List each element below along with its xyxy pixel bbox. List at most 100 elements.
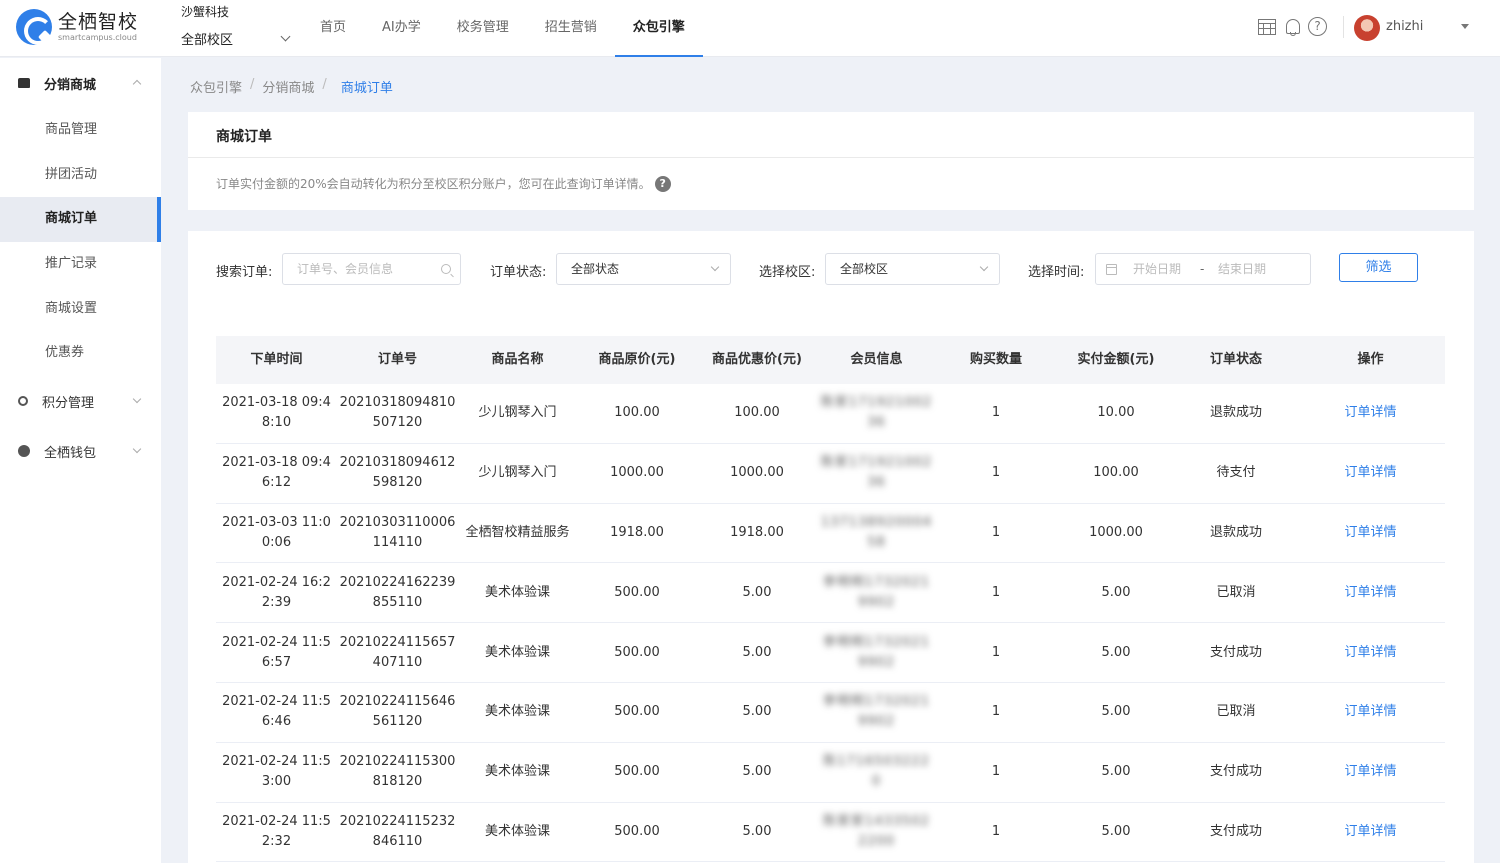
date-start-placeholder[interactable]: 开始日期 xyxy=(1133,254,1181,284)
cell-quantity: 1 xyxy=(991,405,1001,421)
table-header: 下单时间 订单号 商品名称 商品原价(元) 商品优惠价(元) 会员信息 购买数量… xyxy=(216,336,1445,384)
date-range-picker[interactable]: 开始日期 - 结束日期 xyxy=(1095,253,1311,285)
column-header: 会员信息 xyxy=(850,352,903,367)
order-detail-link[interactable]: 订单详情 xyxy=(1296,623,1445,682)
cell-member: 陈家家14335022200 xyxy=(817,803,936,862)
campus-select-value: 全部校区 xyxy=(181,33,234,48)
wallet-icon xyxy=(18,445,30,458)
search-input[interactable]: 订单号、会员信息 xyxy=(282,253,461,285)
brand-logo[interactable]: 全栖智校 smartcampus.cloud xyxy=(16,9,138,45)
avatar[interactable] xyxy=(1354,15,1380,41)
sidebar-group-label: 积分管理 xyxy=(42,395,95,411)
sidebar-group-points[interactable]: 积分管理 xyxy=(0,376,161,426)
caret-down-icon[interactable] xyxy=(1461,24,1469,29)
campus-filter-value: 全部校区 xyxy=(840,262,889,276)
cell-order-no: 20210224115300818120 xyxy=(339,754,456,790)
cell-product: 美术体验课 xyxy=(484,704,550,720)
page-tip-text: 订单实付金额的20%会自动转化为积分至校区积分账户，您可在此查询订单详情。 xyxy=(216,177,651,191)
campus-label: 选择校区: xyxy=(759,265,816,280)
campus-filter-select[interactable]: 全部校区 xyxy=(825,253,1000,285)
cell-status: 已取消 xyxy=(1216,704,1256,720)
cell-price: 500.00 xyxy=(614,704,660,720)
column-header: 购买数量 xyxy=(969,352,1022,367)
orders-table: 下单时间 订单号 商品名称 商品原价(元) 商品优惠价(元) 会员信息 购买数量… xyxy=(216,336,1445,863)
member-info: 13713892000458 xyxy=(820,514,933,550)
cell-order-no: 20210224115657407110 xyxy=(339,634,456,670)
help-icon[interactable]: ? xyxy=(654,175,671,192)
cell-order-time: 2021-02-24 11:56:57 xyxy=(222,634,331,670)
order-detail-link[interactable]: 订单详情 xyxy=(1296,384,1445,443)
cell-order-no: 20210224115646561120 xyxy=(339,694,456,730)
cell-discount-price: 5.00 xyxy=(742,584,772,600)
sidebar-group-label: 分销商城 xyxy=(44,77,97,93)
order-detail-link[interactable]: 订单详情 xyxy=(1296,743,1445,802)
bell-icon[interactable] xyxy=(1284,18,1300,36)
nav-item-enrollment[interactable]: 招生营销 xyxy=(527,0,615,57)
order-detail-link[interactable]: 订单详情 xyxy=(1296,504,1445,563)
order-detail-link[interactable]: 订单详情 xyxy=(1296,683,1445,742)
cell-order-no: 20210224115232846110 xyxy=(339,813,456,849)
sidebar-group-label: 全栖钱包 xyxy=(44,445,97,461)
status-select[interactable]: 全部状态 xyxy=(556,253,731,285)
campus-select[interactable]: 全部校区 xyxy=(181,29,291,48)
sidebar-item-coupons[interactable]: 优惠券 xyxy=(0,331,161,376)
chevron-up-icon xyxy=(132,79,142,89)
cell-quantity: 1 xyxy=(991,704,1001,720)
sidebar-item-mall-orders[interactable]: 商城订单 xyxy=(0,197,161,243)
nav-item-school-admin[interactable]: 校务管理 xyxy=(439,0,527,57)
cell-price: 500.00 xyxy=(614,764,660,780)
cell-price: 100.00 xyxy=(614,405,660,421)
cell-member: 13713892000458 xyxy=(817,504,936,563)
cell-status: 退款成功 xyxy=(1209,405,1262,421)
breadcrumb-item[interactable]: 众包引擎 xyxy=(190,77,242,96)
cell-paid: 100.00 xyxy=(1093,465,1139,481)
time-label: 选择时间: xyxy=(1028,265,1085,280)
table-row: 2021-03-18 09:46:12 20210318094612598120… xyxy=(216,444,1445,504)
cell-price: 1000.00 xyxy=(610,465,664,481)
sidebar-item-promotion-records[interactable]: 推广记录 xyxy=(0,242,161,287)
sidebar-group-wallet[interactable]: 全栖钱包 xyxy=(0,426,161,476)
cell-price: 1918.00 xyxy=(610,524,664,540)
table-row: 2021-03-18 09:48:10 20210318094810507120… xyxy=(216,384,1445,444)
sidebar-group-distribution-mall[interactable]: 分销商城 xyxy=(0,58,161,108)
help-icon[interactable]: ? xyxy=(1308,17,1327,36)
filter-button[interactable]: 筛选 xyxy=(1339,253,1418,282)
org-name: 沙蟹科技 xyxy=(181,5,230,19)
cell-discount-price: 5.00 xyxy=(742,823,772,839)
column-header: 商品原价(元) xyxy=(598,352,676,367)
sidebar-item-group-buy[interactable]: 拼团活动 xyxy=(0,153,161,198)
date-end-placeholder[interactable]: 结束日期 xyxy=(1218,254,1266,284)
table-icon[interactable] xyxy=(1258,18,1276,35)
nav-item-crowdsourcing[interactable]: 众包引擎 xyxy=(614,0,703,57)
sidebar-item-products[interactable]: 商品管理 xyxy=(0,108,161,153)
order-detail-link[interactable]: 订单详情 xyxy=(1296,563,1445,622)
cell-quantity: 1 xyxy=(991,465,1001,481)
order-detail-link[interactable]: 订单详情 xyxy=(1296,803,1445,862)
user-name[interactable]: zhizhi xyxy=(1386,19,1423,34)
nav-item-home[interactable]: 首页 xyxy=(302,0,364,57)
column-header: 操作 xyxy=(1357,352,1384,367)
brand-domain: smartcampus.cloud xyxy=(58,33,137,42)
cell-product: 美术体验课 xyxy=(484,823,550,839)
search-icon xyxy=(441,264,451,274)
nav-item-ai[interactable]: AI办学 xyxy=(364,0,439,57)
cell-order-no: 20210318094810507120 xyxy=(339,395,456,431)
cell-order-no: 20210224162239855110 xyxy=(339,574,456,610)
chevron-down-icon xyxy=(710,262,720,272)
column-header: 订单号 xyxy=(377,352,417,367)
cell-order-time: 2021-02-24 11:56:46 xyxy=(222,694,331,730)
cell-member: 李明明17320219902 xyxy=(817,623,936,682)
sidebar-item-mall-settings[interactable]: 商城设置 xyxy=(0,287,161,332)
cell-discount-price: 100.00 xyxy=(734,405,780,421)
order-detail-link[interactable]: 订单详情 xyxy=(1296,444,1445,503)
column-header: 订单状态 xyxy=(1209,352,1262,367)
cell-paid: 5.00 xyxy=(1101,823,1131,839)
column-header: 商品名称 xyxy=(491,352,544,367)
cell-product: 美术体验课 xyxy=(484,584,550,600)
orders-panel: 搜索订单: 订单号、会员信息 订单状态: 全部状态 选择校区: 全部校区 选择时… xyxy=(188,231,1474,863)
member-info: 陈家17192100236 xyxy=(820,395,933,431)
cell-quantity: 1 xyxy=(991,584,1001,600)
breadcrumb-item[interactable]: 分销商城 xyxy=(262,77,314,96)
cell-paid: 5.00 xyxy=(1101,764,1131,780)
cell-product: 少儿钢琴入门 xyxy=(478,405,557,421)
